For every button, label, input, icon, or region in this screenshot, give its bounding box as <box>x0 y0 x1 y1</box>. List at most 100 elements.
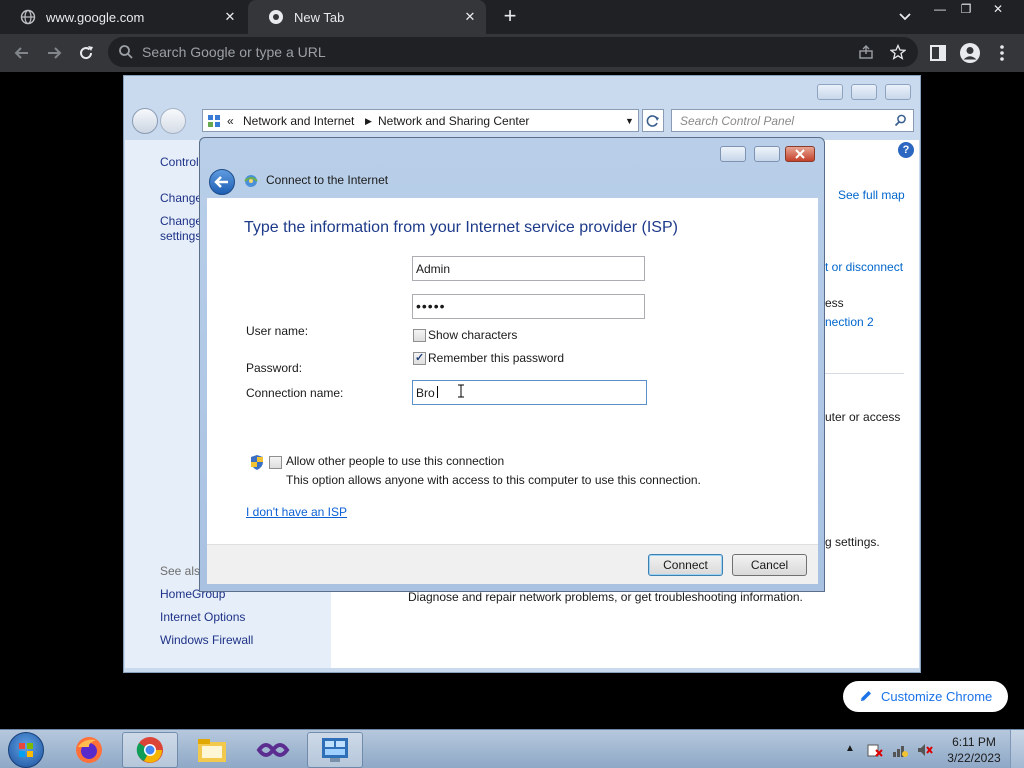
checkmark-icon: ✓ <box>415 352 425 364</box>
show-characters-label[interactable]: Show characters <box>428 328 517 342</box>
dialog-body: Type the information from your Internet … <box>207 198 818 544</box>
side-panel-icon[interactable] <box>926 41 950 65</box>
customize-chrome-button[interactable]: Customize Chrome <box>843 681 1008 712</box>
close-dialog-icon[interactable] <box>785 146 815 162</box>
show-characters-checkbox[interactable] <box>413 329 426 342</box>
breadcrumb-network-and-internet[interactable]: Network and Internet <box>243 114 354 128</box>
search-icon <box>118 44 134 60</box>
connection-name-input[interactable]: Bro <box>412 380 647 405</box>
forward-icon[interactable] <box>160 108 186 134</box>
restore-icon[interactable]: ❐ <box>952 0 980 18</box>
clock-time: 6:11 PM <box>952 735 996 749</box>
clock-date: 3/22/2023 <box>947 751 1001 765</box>
help-icon[interactable]: ? <box>898 142 914 158</box>
back-arrow-icon[interactable] <box>209 169 235 195</box>
see-also-internet-options[interactable]: Internet Options <box>160 610 245 624</box>
visual-studio-icon[interactable] <box>245 732 301 768</box>
chevron-down-icon[interactable]: ▼ <box>625 116 634 126</box>
back-icon[interactable] <box>10 41 34 65</box>
file-explorer-icon[interactable] <box>184 732 240 768</box>
sidebar-link-change-adapter[interactable]: Change <box>160 191 202 205</box>
troubleshoot-description: Diagnose and repair network problems, or… <box>408 590 803 604</box>
sidebar-link-change-sharing[interactable]: Change <box>160 214 202 228</box>
firefox-icon[interactable] <box>61 732 117 768</box>
remember-password-checkbox[interactable]: ✓ <box>413 352 426 365</box>
maximize-icon[interactable] <box>851 84 877 100</box>
minimize-icon[interactable] <box>720 146 746 162</box>
dialog-title: Connect to the Internet <box>266 173 389 187</box>
minimize-icon[interactable] <box>817 84 843 100</box>
share-icon[interactable] <box>858 44 874 60</box>
access-type-text: ess <box>825 296 844 310</box>
more-menu-icon[interactable] <box>990 41 1014 65</box>
network-connection-icon <box>242 173 260 189</box>
system-clock[interactable]: 6:11 PM 3/22/2023 <box>944 734 1004 766</box>
tab-google[interactable]: www.google.com ✕ <box>0 0 246 34</box>
divider <box>820 373 904 374</box>
action-center-icon[interactable] <box>867 742 883 758</box>
connect-button[interactable]: Connect <box>648 554 723 576</box>
dialog-heading: Type the information from your Internet … <box>244 219 678 236</box>
remember-password-label[interactable]: Remember this password <box>428 351 564 365</box>
connection-link[interactable]: nection 2 <box>825 315 874 329</box>
bookmark-star-icon[interactable] <box>889 43 907 60</box>
close-tab-icon[interactable]: ✕ <box>462 9 478 25</box>
close-tab-icon[interactable]: ✕ <box>222 9 238 25</box>
dialog-footer: Connect Cancel <box>207 544 818 584</box>
close-window-icon[interactable] <box>885 84 911 100</box>
tab-search-icon[interactable] <box>893 9 917 25</box>
close-window-icon[interactable]: ✕ <box>984 0 1012 18</box>
breadcrumb-separator-icon: ▶ <box>365 116 372 126</box>
control-panel-icon[interactable] <box>307 732 363 768</box>
sidebar-link-settings[interactable]: settings <box>160 229 201 243</box>
see-full-map-link[interactable]: See full map <box>838 188 905 202</box>
tab-title: www.google.com <box>46 9 145 25</box>
show-hidden-icons[interactable]: ▲ <box>845 743 855 754</box>
start-button-icon[interactable] <box>8 732 44 768</box>
profile-avatar-icon[interactable] <box>958 41 982 65</box>
breadcrumb-overflow[interactable]: « <box>227 114 234 128</box>
tab-new-tab[interactable]: New Tab ✕ <box>248 0 486 34</box>
cancel-button[interactable]: Cancel <box>732 554 807 576</box>
allow-others-label[interactable]: Allow other people to use this connectio… <box>286 454 504 468</box>
network-folder-icon <box>207 114 221 128</box>
see-also-windows-firewall[interactable]: Windows Firewall <box>160 633 253 647</box>
text-caret <box>437 386 438 398</box>
tab-title: New Tab <box>294 9 345 25</box>
reload-icon[interactable] <box>74 41 98 65</box>
back-icon[interactable] <box>132 108 158 134</box>
breadcrumb[interactable]: « Network and Internet ▶ Network and Sha… <box>202 109 639 132</box>
connection-name-label: Connection name: <box>246 386 344 400</box>
sidebar-link-control-panel-home[interactable]: Control <box>160 155 199 169</box>
password-input[interactable]: ••••• <box>412 294 645 319</box>
allow-others-checkbox[interactable] <box>269 456 282 469</box>
show-desktop-button[interactable] <box>1010 730 1024 768</box>
minimize-icon[interactable]: — <box>926 0 954 18</box>
chrome-taskbar-icon[interactable] <box>122 732 178 768</box>
globe-icon <box>20 9 36 25</box>
connect-to-internet-dialog: Connect to the Internet Type the informa… <box>199 137 825 592</box>
pencil-icon <box>859 689 873 703</box>
breadcrumb-network-sharing-center[interactable]: Network and Sharing Center <box>378 114 529 128</box>
settings-text: g settings. <box>825 535 880 549</box>
maximize-icon[interactable] <box>754 146 780 162</box>
user-name-input[interactable]: Admin <box>412 256 645 281</box>
ibeam-cursor-icon <box>458 384 464 398</box>
browser-tab-strip: www.google.com ✕ New Tab ✕ + — ❐ ✕ <box>0 0 1024 34</box>
connect-disconnect-link[interactable]: t or disconnect <box>825 260 903 274</box>
allow-others-description: This option allows anyone with access to… <box>286 473 701 487</box>
search-placeholder: Search Control Panel <box>680 114 795 128</box>
address-bar[interactable]: Search Google or type a URL <box>108 37 918 67</box>
no-isp-link[interactable]: I don't have an ISP <box>246 505 347 519</box>
screen: www.google.com ✕ New Tab ✕ + — ❐ ✕ Searc… <box>0 0 1024 768</box>
refresh-icon[interactable] <box>642 109 664 132</box>
search-icon <box>894 114 907 130</box>
new-tab-button[interactable]: + <box>498 5 522 29</box>
forward-icon[interactable] <box>42 41 66 65</box>
router-access-text: uter or access <box>825 410 901 424</box>
volume-muted-icon[interactable] <box>917 742 933 758</box>
control-panel-search[interactable]: Search Control Panel <box>671 109 914 132</box>
chrome-icon <box>268 9 284 25</box>
uac-shield-icon <box>249 454 265 471</box>
network-status-icon[interactable] <box>892 742 908 758</box>
